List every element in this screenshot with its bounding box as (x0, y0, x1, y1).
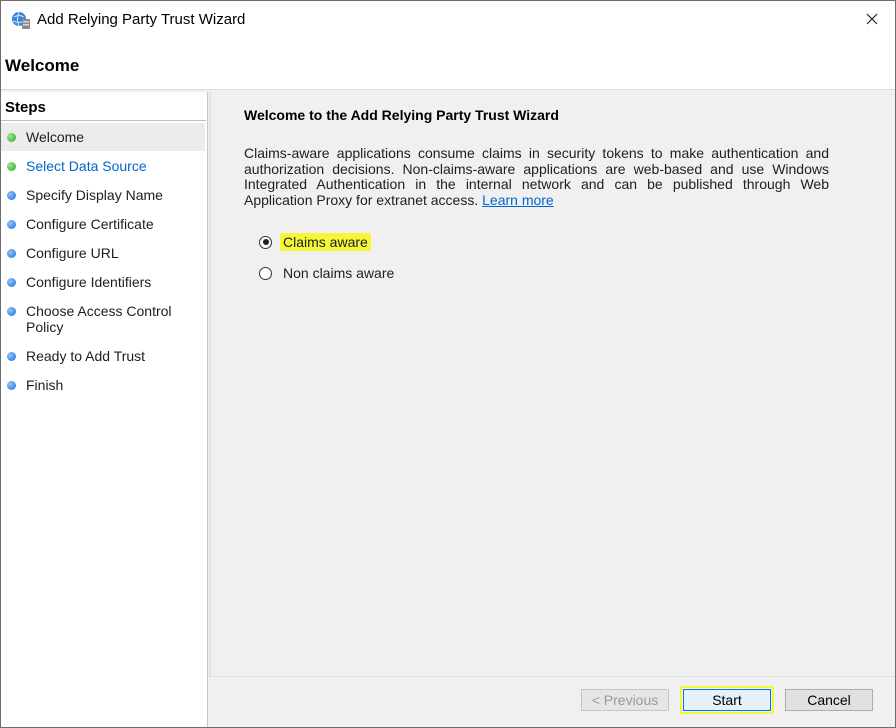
non-claims-aware-label[interactable]: Non claims aware (280, 264, 397, 282)
step-specify-display-name[interactable]: Specify Display Name (1, 181, 205, 209)
step-finish[interactable]: Finish (1, 371, 205, 399)
step-select-data-source[interactable]: Select Data Source (1, 152, 205, 180)
content-pane: Welcome to the Add Relying Party Trust W… (209, 92, 893, 676)
step-pending-icon (7, 381, 16, 390)
step-configure-url[interactable]: Configure URL (1, 239, 205, 267)
step-pending-icon (7, 352, 16, 361)
step-configure-certificate[interactable]: Configure Certificate (1, 210, 205, 238)
step-complete-icon (7, 162, 16, 171)
claims-aware-radio[interactable] (259, 235, 272, 249)
page-title: Welcome (5, 56, 80, 75)
step-pending-icon (7, 278, 16, 287)
close-icon (866, 12, 878, 28)
start-button[interactable]: Start (680, 686, 774, 714)
learn-more-link[interactable]: Learn more (482, 192, 554, 208)
step-configure-identifiers[interactable]: Configure Identifiers (1, 268, 205, 296)
step-label-line2: Policy (26, 319, 64, 335)
step-label: Finish (26, 377, 64, 393)
step-label: Select Data Source (26, 158, 147, 174)
step-label: Welcome (26, 129, 85, 145)
steps-panel: Steps Welcome Select Data Source Specify… (1, 92, 208, 727)
step-label: Choose Access Control (26, 303, 172, 319)
step-complete-icon (7, 133, 16, 142)
step-pending-icon (7, 307, 16, 316)
close-button[interactable] (849, 1, 895, 39)
step-choose-access-control-policy[interactable]: Choose Access Control Policy (1, 297, 205, 343)
steps-divider (1, 120, 206, 121)
content-title: Welcome to the Add Relying Party Trust W… (244, 107, 559, 123)
step-pending-icon (7, 249, 16, 258)
button-bar: < Previous Start Cancel (209, 676, 895, 727)
wizard-window: Add Relying Party Trust Wizard Welcome S… (0, 0, 896, 728)
non-claims-aware-radio[interactable] (259, 266, 272, 280)
step-label: Configure URL (26, 245, 119, 261)
steps-heading: Steps (5, 99, 46, 116)
title-bar: Add Relying Party Trust Wizard (1, 1, 895, 39)
claims-aware-option[interactable]: Claims aware (259, 232, 371, 252)
step-pending-icon (7, 191, 16, 200)
pane-edge (209, 92, 211, 676)
step-ready-to-add-trust[interactable]: Ready to Add Trust (1, 342, 205, 370)
step-pending-icon (7, 220, 16, 229)
non-claims-aware-option[interactable]: Non claims aware (259, 263, 397, 283)
step-label: Ready to Add Trust (26, 348, 146, 364)
step-label: Specify Display Name (26, 187, 163, 203)
cancel-button[interactable]: Cancel (785, 689, 873, 711)
step-label: Configure Certificate (26, 216, 154, 232)
step-label: Configure Identifiers (26, 274, 152, 290)
claims-aware-label[interactable]: Claims aware (280, 233, 371, 251)
window-title: Add Relying Party Trust Wizard (37, 11, 246, 28)
description-text: Claims-aware applications consume claims… (244, 145, 829, 208)
previous-button[interactable]: < Previous (581, 689, 669, 711)
app-icon (11, 10, 31, 30)
page-header: Welcome (1, 39, 895, 90)
step-welcome[interactable]: Welcome (1, 123, 205, 151)
